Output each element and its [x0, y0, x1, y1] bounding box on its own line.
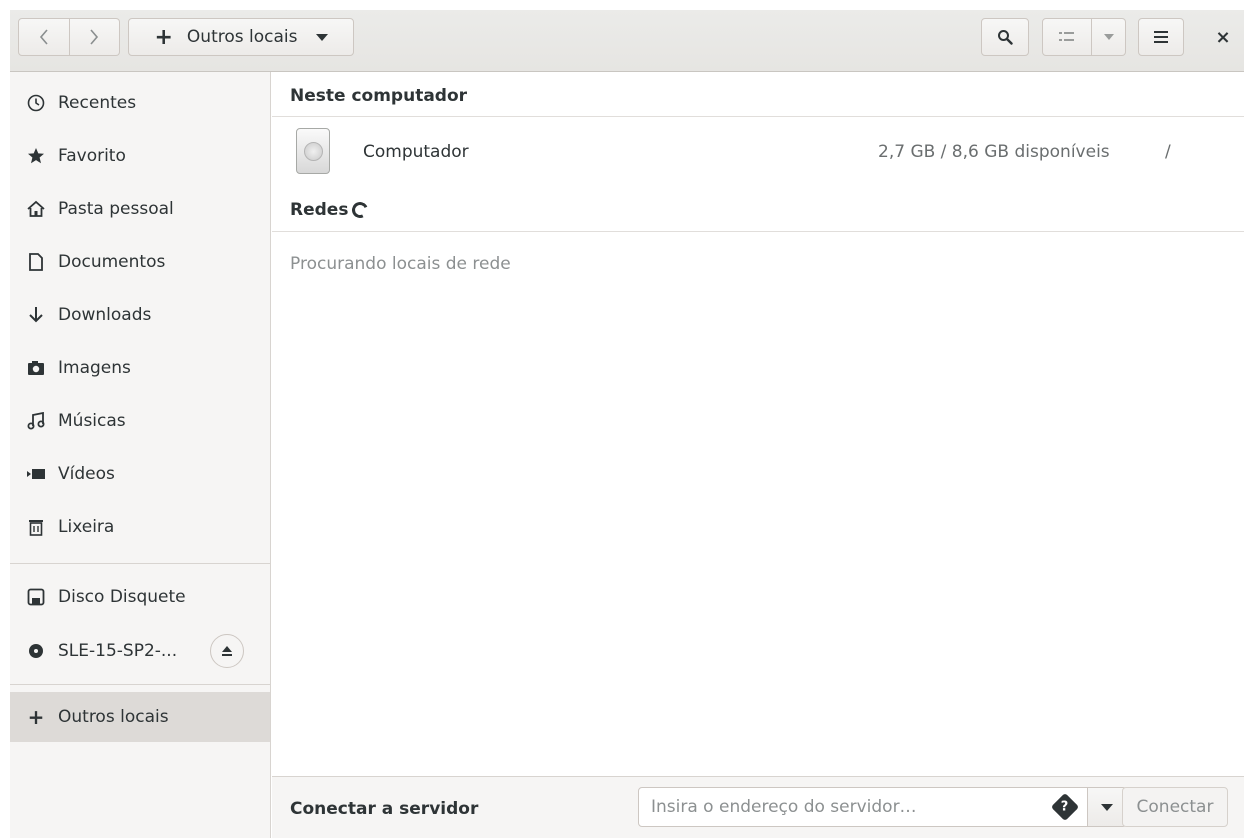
- connect-bar: Conectar a servidor ? Conectar: [272, 776, 1244, 838]
- computer-path: /: [1165, 142, 1171, 162]
- chevron-down-icon: [1103, 34, 1114, 40]
- sidebar: Recentes Favorito Pasta pessoal Document…: [10, 72, 271, 838]
- sidebar-item-videos[interactable]: Vídeos: [10, 449, 270, 499]
- music-icon: [26, 411, 46, 431]
- server-address-field[interactable]: ?: [638, 787, 1088, 827]
- main-content: Neste computador Computador 2,7 GB / 8,6…: [272, 72, 1244, 776]
- search-icon: [998, 30, 1013, 45]
- sidebar-item-musicas[interactable]: Músicas: [10, 396, 270, 446]
- view-dropdown-button[interactable]: [1092, 18, 1126, 56]
- searching-networks-text: Procurando locais de rede: [290, 254, 511, 274]
- view-mode-button[interactable]: [1042, 18, 1092, 56]
- sidebar-item-label: Imagens: [58, 358, 131, 378]
- forward-button[interactable]: [69, 18, 120, 56]
- section-divider: [272, 116, 1244, 117]
- sidebar-item-disco-disquete[interactable]: Disco Disquete: [10, 572, 270, 622]
- server-address-input[interactable]: [651, 797, 1055, 817]
- sidebar-item-label: Documentos: [58, 252, 166, 272]
- download-icon: [26, 305, 46, 325]
- sidebar-item-downloads[interactable]: Downloads: [10, 290, 270, 340]
- close-button[interactable]: ×: [1208, 18, 1238, 56]
- search-button[interactable]: [981, 18, 1029, 56]
- location-label: Outros locais: [186, 27, 298, 47]
- sidebar-item-recentes[interactable]: Recentes: [10, 78, 270, 128]
- sidebar-item-label: SLE-15-SP2-...: [58, 641, 178, 661]
- hard-disk-icon: [296, 128, 330, 174]
- disc-icon: [26, 641, 46, 661]
- server-history-dropdown[interactable]: [1087, 787, 1127, 827]
- sidebar-item-label: Músicas: [58, 411, 126, 431]
- computer-row[interactable]: Computador 2,7 GB / 8,6 GB disponíveis /: [272, 120, 1244, 184]
- sidebar-item-pasta-pessoal[interactable]: Pasta pessoal: [10, 184, 270, 234]
- chevron-down-icon: [315, 33, 328, 41]
- close-icon: ×: [1215, 26, 1231, 48]
- chevron-left-icon: [39, 29, 48, 45]
- sidebar-separator: [10, 563, 270, 564]
- sidebar-item-sle-disc[interactable]: SLE-15-SP2-...: [10, 626, 270, 676]
- floppy-icon: [26, 587, 46, 607]
- sidebar-item-documentos[interactable]: Documentos: [10, 237, 270, 287]
- trash-icon: [26, 517, 46, 537]
- chevron-right-icon: [90, 29, 99, 45]
- connect-server-label: Conectar a servidor: [290, 799, 479, 819]
- header-bar: + Outros locais ×: [10, 10, 1244, 72]
- section-divider: [272, 231, 1244, 232]
- location-button[interactable]: + Outros locais: [128, 18, 354, 56]
- sidebar-item-outros-locais[interactable]: + Outros locais: [10, 692, 270, 742]
- video-icon: [26, 464, 46, 484]
- sidebar-item-lixeira[interactable]: Lixeira: [10, 502, 270, 552]
- back-button[interactable]: [18, 18, 70, 56]
- computer-space: 2,7 GB / 8,6 GB disponíveis: [878, 142, 1110, 162]
- sidebar-item-label: Vídeos: [58, 464, 115, 484]
- sidebar-item-label: Pasta pessoal: [58, 199, 174, 219]
- chevron-down-icon: [1101, 803, 1113, 811]
- section-computer-title: Neste computador: [290, 86, 468, 106]
- sidebar-item-favorito[interactable]: Favorito: [10, 131, 270, 181]
- section-networks-title: Redes: [290, 200, 349, 220]
- view-options: [1042, 18, 1126, 56]
- camera-icon: [26, 358, 46, 378]
- sidebar-item-label: Favorito: [58, 146, 126, 166]
- list-view-icon: [1059, 32, 1074, 41]
- sidebar-item-label: Recentes: [58, 93, 137, 113]
- plus-icon: +: [27, 705, 45, 729]
- eject-button[interactable]: [210, 634, 244, 668]
- eject-icon: [222, 646, 232, 656]
- sidebar-item-imagens[interactable]: Imagens: [10, 343, 270, 393]
- sidebar-item-label: Lixeira: [58, 517, 115, 537]
- plus-icon: +: [154, 24, 173, 50]
- star-icon: [26, 146, 46, 166]
- home-icon: [26, 199, 46, 219]
- help-icon[interactable]: ?: [1050, 792, 1080, 822]
- connect-button[interactable]: Conectar: [1122, 787, 1228, 827]
- clock-icon: [26, 93, 46, 113]
- sidebar-item-label: Disco Disquete: [58, 587, 186, 607]
- loading-spinner-icon: [349, 199, 371, 221]
- sidebar-separator: [10, 684, 270, 685]
- sidebar-item-label: Downloads: [58, 305, 152, 325]
- computer-name: Computador: [363, 142, 469, 162]
- navigation-buttons: [18, 18, 120, 56]
- sidebar-item-label: Outros locais: [58, 707, 169, 727]
- hamburger-menu-icon: [1154, 31, 1168, 43]
- document-icon: [26, 252, 46, 272]
- menu-button[interactable]: [1138, 18, 1184, 56]
